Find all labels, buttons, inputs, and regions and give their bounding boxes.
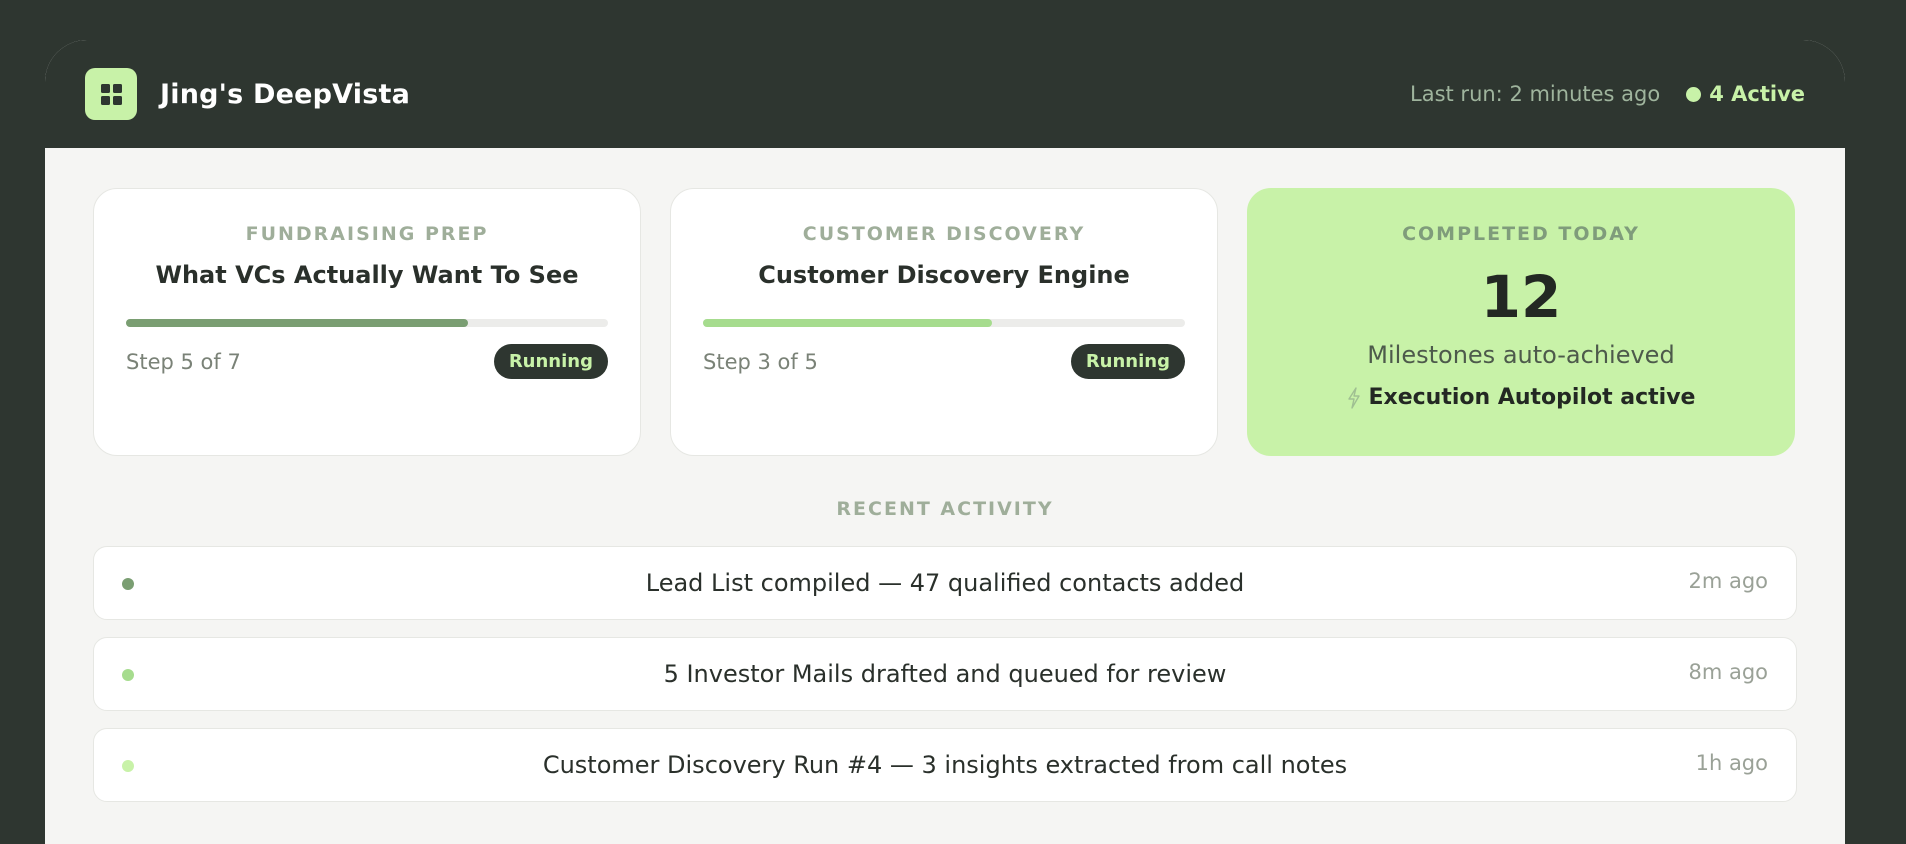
dashboard-window: Jing's DeepVista Last run: 2 minutes ago… bbox=[45, 40, 1845, 844]
lightning-bolt-icon bbox=[1347, 386, 1360, 409]
activity-time: 8m ago bbox=[1688, 660, 1768, 684]
activity-item[interactable]: 5 Investor Mails drafted and queued for … bbox=[93, 637, 1797, 711]
activity-item[interactable]: Lead List compiled — 47 qualified contac… bbox=[93, 546, 1797, 620]
completed-today-card: COMPLETED TODAY 12 Milestones auto-achie… bbox=[1247, 188, 1795, 456]
activity-text: Customer Discovery Run #4 — 3 insights e… bbox=[542, 751, 1348, 779]
card-category: CUSTOMER DISCOVERY bbox=[802, 223, 1086, 245]
active-count-badge[interactable]: 4 Active bbox=[1709, 82, 1805, 106]
active-status-dot-icon bbox=[1686, 86, 1702, 102]
progress-fill bbox=[703, 319, 993, 327]
activity-item[interactable]: Customer Discovery Run #4 — 3 insights e… bbox=[93, 728, 1797, 802]
status-badge: Running bbox=[1070, 344, 1185, 379]
completed-count: 12 bbox=[1480, 263, 1562, 331]
step-indicator: Step 3 of 5 bbox=[703, 350, 818, 374]
recent-activity-heading: RECENT ACTIVITY bbox=[836, 498, 1054, 520]
grid-icon[interactable] bbox=[85, 68, 137, 120]
workflow-card-customer-discovery[interactable]: CUSTOMER DISCOVERY Customer Discovery En… bbox=[670, 188, 1218, 456]
progress-bar bbox=[126, 319, 608, 327]
summary-label: COMPLETED TODAY bbox=[1402, 223, 1640, 245]
workflow-card-fundraising[interactable]: FUNDRAISING PREP What VCs Actually Want … bbox=[93, 188, 641, 456]
activity-time: 2m ago bbox=[1688, 569, 1768, 593]
status-badge: Running bbox=[493, 344, 608, 379]
app-header: Jing's DeepVista Last run: 2 minutes ago… bbox=[45, 40, 1845, 148]
progress-bar bbox=[703, 319, 1185, 327]
activity-list: Lead List compiled — 47 qualified contac… bbox=[93, 546, 1797, 819]
activity-dot-icon bbox=[122, 578, 134, 590]
activity-text: 5 Investor Mails drafted and queued for … bbox=[663, 660, 1227, 688]
card-category: FUNDRAISING PREP bbox=[245, 223, 489, 245]
card-title: What VCs Actually Want To See bbox=[155, 261, 579, 289]
autopilot-status: Execution Autopilot active bbox=[1248, 385, 1794, 410]
activity-text: Lead List compiled — 47 qualified contac… bbox=[645, 569, 1245, 597]
app-title: Jing's DeepVista bbox=[160, 78, 411, 110]
autopilot-label: Execution Autopilot active bbox=[1368, 385, 1696, 410]
activity-dot-icon bbox=[122, 760, 134, 772]
step-indicator: Step 5 of 7 bbox=[126, 350, 241, 374]
card-title: Customer Discovery Engine bbox=[758, 261, 1130, 289]
activity-time: 1h ago bbox=[1695, 751, 1768, 775]
summary-subtitle: Milestones auto-achieved bbox=[1367, 341, 1675, 369]
last-run-text: Last run: 2 minutes ago bbox=[1410, 82, 1661, 106]
activity-dot-icon bbox=[122, 669, 134, 681]
header-status: Last run: 2 minutes ago 4 Active bbox=[1410, 82, 1805, 106]
workflow-cards: FUNDRAISING PREP What VCs Actually Want … bbox=[93, 188, 1795, 456]
progress-fill bbox=[126, 319, 469, 327]
